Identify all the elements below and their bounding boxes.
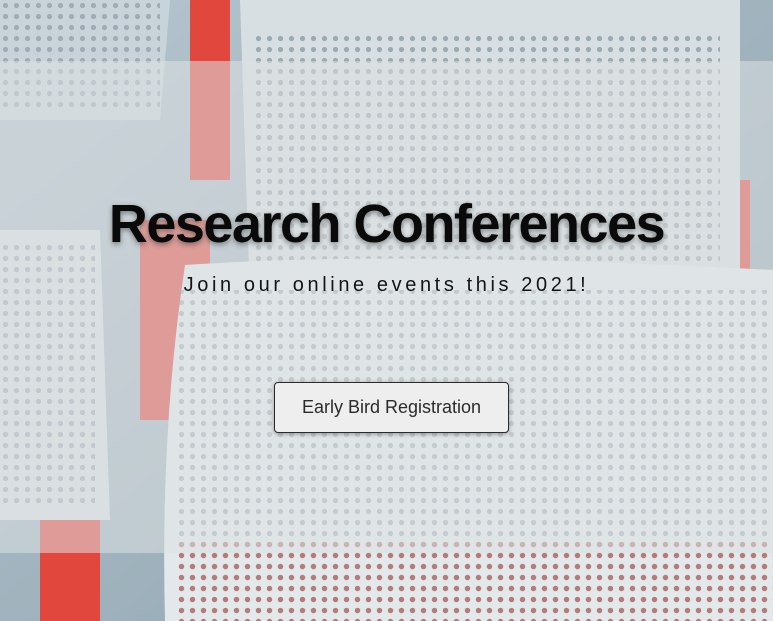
early-bird-registration-button[interactable]: Early Bird Registration (274, 382, 509, 433)
hero-subtitle: Join our online events this 2021! (183, 274, 590, 296)
hero-section: Research Conferences Join our online eve… (0, 0, 773, 621)
page-title: Research Conferences (108, 194, 666, 254)
hero-content: Research Conferences Join our online eve… (0, 61, 773, 553)
